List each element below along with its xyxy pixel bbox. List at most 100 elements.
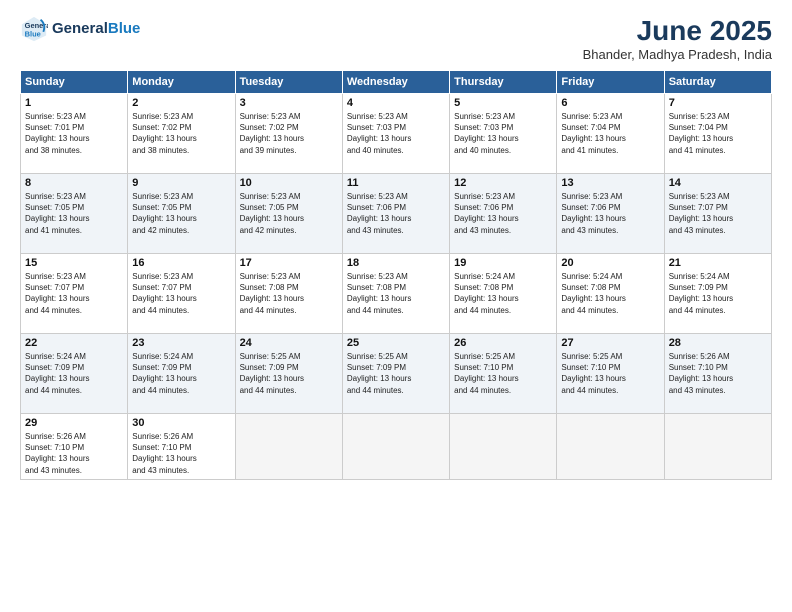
day-number: 21: [669, 257, 767, 269]
table-row: 28 Sunrise: 5:26 AMSunset: 7:10 PMDayligh…: [664, 334, 771, 414]
day-number: 5: [454, 97, 552, 109]
day-info: Sunrise: 5:23 AMSunset: 7:05 PMDaylight:…: [132, 191, 230, 236]
table-row: 30 Sunrise: 5:26 AMSunset: 7:10 PMDayligh…: [128, 414, 235, 480]
day-number: 20: [561, 257, 659, 269]
table-row: 16 Sunrise: 5:23 AMSunset: 7:07 PMDayligh…: [128, 254, 235, 334]
table-row: 18 Sunrise: 5:23 AMSunset: 7:08 PMDayligh…: [342, 254, 449, 334]
table-row: 7 Sunrise: 5:23 AMSunset: 7:04 PMDaylight…: [664, 94, 771, 174]
month-title: June 2025: [583, 15, 772, 47]
day-number: 6: [561, 97, 659, 109]
day-number: 28: [669, 337, 767, 349]
day-info: Sunrise: 5:23 AMSunset: 7:07 PMDaylight:…: [132, 271, 230, 316]
table-row: 12Sunrise: 5:23 AMSunset: 7:06 PMDayligh…: [450, 174, 557, 254]
day-number: 13: [561, 177, 659, 189]
col-monday: Monday: [128, 71, 235, 94]
table-row: 15 Sunrise: 5:23 AMSunset: 7:07 PMDayligh…: [21, 254, 128, 334]
table-row: 3Sunrise: 5:23 AMSunset: 7:02 PMDaylight…: [235, 94, 342, 174]
table-row: [664, 414, 771, 480]
table-row: 17Sunrise: 5:23 AMSunset: 7:08 PMDayligh…: [235, 254, 342, 334]
table-row: 22Sunrise: 5:24 AMSunset: 7:09 PMDayligh…: [21, 334, 128, 414]
calendar-page: General Blue GeneralBlue June 2025 Bhand…: [0, 0, 792, 612]
table-row: 9 Sunrise: 5:23 AMSunset: 7:05 PMDaylight…: [128, 174, 235, 254]
day-info: Sunrise: 5:26 AMSunset: 7:10 PMDaylight:…: [132, 431, 230, 476]
logo-general: General: [52, 20, 108, 37]
day-info: Sunrise: 5:23 AMSunset: 7:02 PMDaylight:…: [240, 111, 338, 156]
day-info: Sunrise: 5:24 AMSunset: 7:08 PMDaylight:…: [561, 271, 659, 316]
table-row: 21Sunrise: 5:24 AMSunset: 7:09 PMDayligh…: [664, 254, 771, 334]
day-info: Sunrise: 5:26 AMSunset: 7:10 PMDaylight:…: [669, 351, 767, 396]
table-row: 26 Sunrise: 5:25 AMSunset: 7:10 PMDayligh…: [450, 334, 557, 414]
col-saturday: Saturday: [664, 71, 771, 94]
day-number: 8: [25, 177, 123, 189]
day-info: Sunrise: 5:23 AMSunset: 7:07 PMDaylight:…: [669, 191, 767, 236]
logo-text-block: GeneralBlue: [52, 21, 140, 38]
logo: General Blue GeneralBlue: [20, 15, 140, 43]
day-info: Sunrise: 5:23 AMSunset: 7:05 PMDaylight:…: [240, 191, 338, 236]
table-row: 1 Sunrise: 5:23 AMSunset: 7:01 PMDaylight…: [21, 94, 128, 174]
day-number: 18: [347, 257, 445, 269]
day-info: Sunrise: 5:23 AMSunset: 7:07 PMDaylight:…: [25, 271, 123, 316]
table-row: 29 Sunrise: 5:26 AMSunset: 7:10 PMDayligh…: [21, 414, 128, 480]
svg-text:Blue: Blue: [25, 29, 41, 38]
day-info: Sunrise: 5:23 AMSunset: 7:04 PMDaylight:…: [561, 111, 659, 156]
day-number: 9: [132, 177, 230, 189]
table-row: 27 Sunrise: 5:25 AMSunset: 7:10 PMDayligh…: [557, 334, 664, 414]
day-number: 29: [25, 417, 123, 429]
day-number: 25: [347, 337, 445, 349]
day-number: 19: [454, 257, 552, 269]
table-row: 19 Sunrise: 5:24 AMSunset: 7:08 PMDayligh…: [450, 254, 557, 334]
calendar-table: Sunday Monday Tuesday Wednesday Thursday…: [20, 70, 772, 480]
table-row: 10Sunrise: 5:23 AMSunset: 7:05 PMDayligh…: [235, 174, 342, 254]
day-info: Sunrise: 5:23 AMSunset: 7:08 PMDaylight:…: [240, 271, 338, 316]
day-number: 2: [132, 97, 230, 109]
table-row: 13 Sunrise: 5:23 AMSunset: 7:06 PMDayligh…: [557, 174, 664, 254]
col-wednesday: Wednesday: [342, 71, 449, 94]
day-info: Sunrise: 5:24 AMSunset: 7:09 PMDaylight:…: [25, 351, 123, 396]
day-number: 27: [561, 337, 659, 349]
day-info: Sunrise: 5:23 AMSunset: 7:08 PMDaylight:…: [347, 271, 445, 316]
day-number: 14: [669, 177, 767, 189]
day-number: 24: [240, 337, 338, 349]
table-row: [235, 414, 342, 480]
title-area: June 2025 Bhander, Madhya Pradesh, India: [583, 15, 772, 62]
day-info: Sunrise: 5:25 AMSunset: 7:10 PMDaylight:…: [561, 351, 659, 396]
table-row: [557, 414, 664, 480]
day-info: Sunrise: 5:25 AMSunset: 7:09 PMDaylight:…: [347, 351, 445, 396]
table-row: 6 Sunrise: 5:23 AMSunset: 7:04 PMDaylight…: [557, 94, 664, 174]
col-thursday: Thursday: [450, 71, 557, 94]
col-tuesday: Tuesday: [235, 71, 342, 94]
table-row: 23 Sunrise: 5:24 AMSunset: 7:09 PMDayligh…: [128, 334, 235, 414]
table-row: 5Sunrise: 5:23 AMSunset: 7:03 PMDaylight…: [450, 94, 557, 174]
day-info: Sunrise: 5:23 AMSunset: 7:01 PMDaylight:…: [25, 111, 123, 156]
table-row: [342, 414, 449, 480]
day-info: Sunrise: 5:24 AMSunset: 7:09 PMDaylight:…: [132, 351, 230, 396]
day-number: 7: [669, 97, 767, 109]
day-number: 30: [132, 417, 230, 429]
day-number: 26: [454, 337, 552, 349]
table-row: [450, 414, 557, 480]
day-info: Sunrise: 5:25 AMSunset: 7:09 PMDaylight:…: [240, 351, 338, 396]
table-row: 4 Sunrise: 5:23 AMSunset: 7:03 PMDaylight…: [342, 94, 449, 174]
day-info: Sunrise: 5:23 AMSunset: 7:05 PMDaylight:…: [25, 191, 123, 236]
header-row: Sunday Monday Tuesday Wednesday Thursday…: [21, 71, 772, 94]
day-number: 15: [25, 257, 123, 269]
logo-blue: Blue: [108, 20, 141, 37]
table-row: 20 Sunrise: 5:24 AMSunset: 7:08 PMDayligh…: [557, 254, 664, 334]
day-info: Sunrise: 5:24 AMSunset: 7:08 PMDaylight:…: [454, 271, 552, 316]
col-friday: Friday: [557, 71, 664, 94]
table-row: 2Sunrise: 5:23 AMSunset: 7:02 PMDaylight…: [128, 94, 235, 174]
day-number: 4: [347, 97, 445, 109]
day-number: 16: [132, 257, 230, 269]
day-info: Sunrise: 5:23 AMSunset: 7:06 PMDaylight:…: [561, 191, 659, 236]
location: Bhander, Madhya Pradesh, India: [583, 47, 772, 62]
day-info: Sunrise: 5:23 AMSunset: 7:04 PMDaylight:…: [669, 111, 767, 156]
col-sunday: Sunday: [21, 71, 128, 94]
day-number: 12: [454, 177, 552, 189]
day-number: 23: [132, 337, 230, 349]
logo-icon: General Blue: [20, 15, 48, 43]
day-info: Sunrise: 5:26 AMSunset: 7:10 PMDaylight:…: [25, 431, 123, 476]
day-number: 1: [25, 97, 123, 109]
day-info: Sunrise: 5:23 AMSunset: 7:03 PMDaylight:…: [347, 111, 445, 156]
day-info: Sunrise: 5:25 AMSunset: 7:10 PMDaylight:…: [454, 351, 552, 396]
table-row: 8 Sunrise: 5:23 AMSunset: 7:05 PMDaylight…: [21, 174, 128, 254]
